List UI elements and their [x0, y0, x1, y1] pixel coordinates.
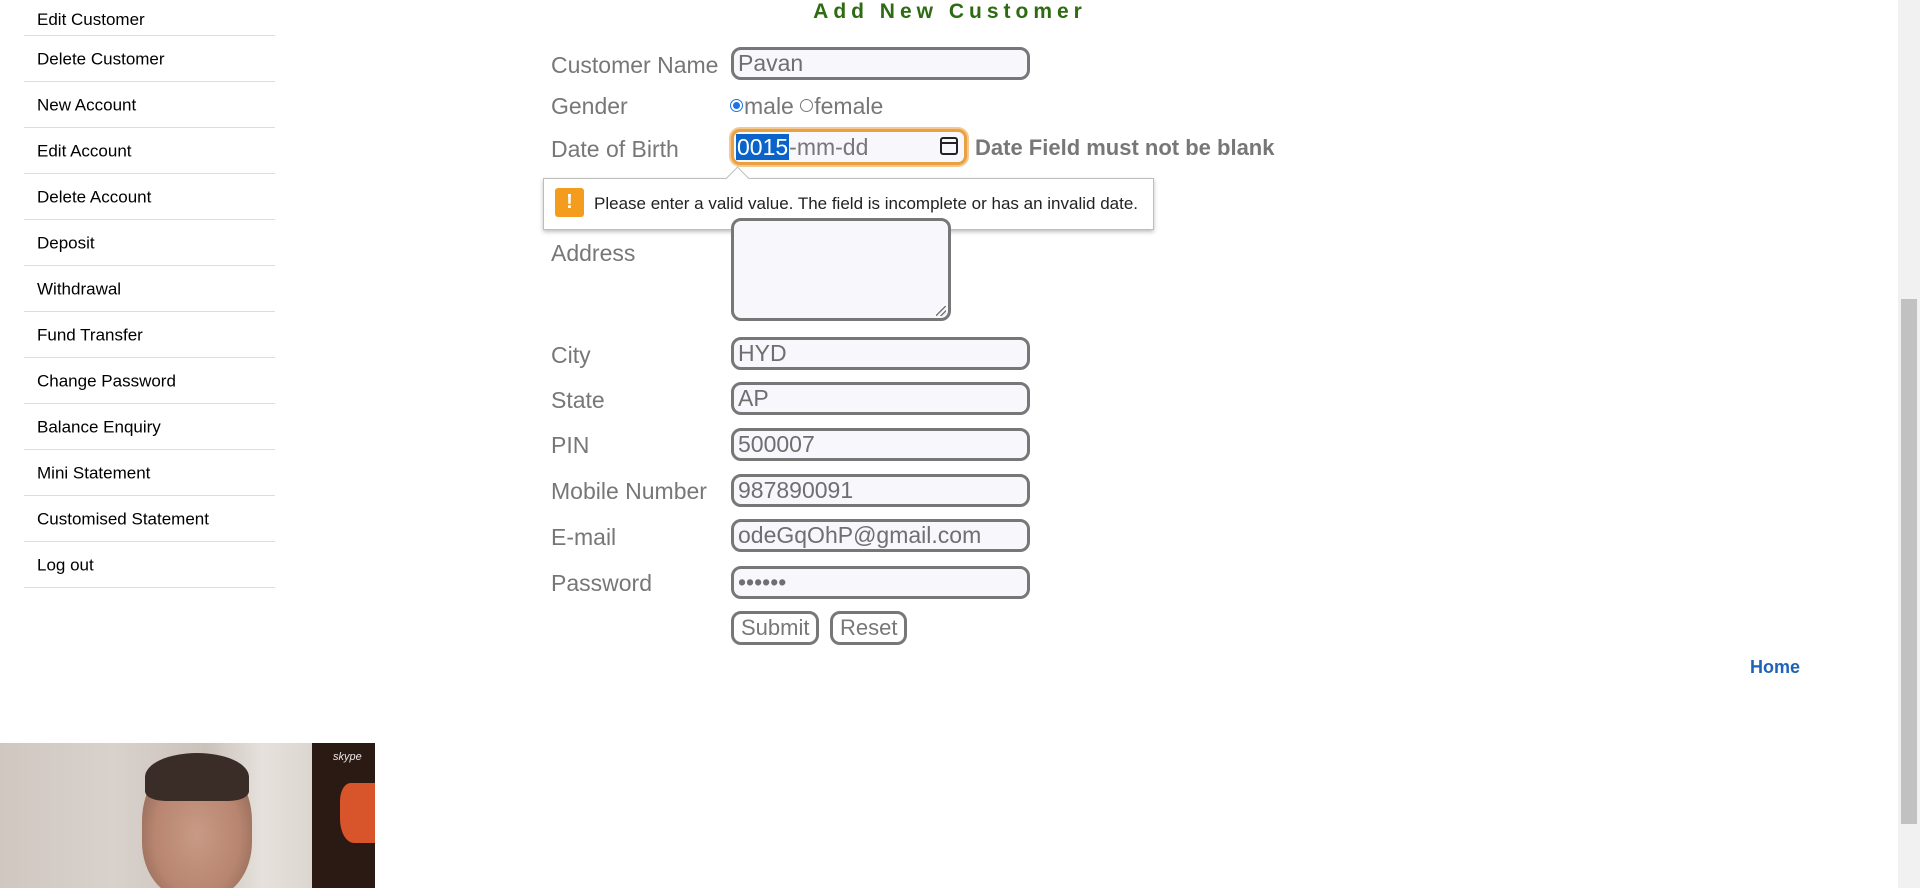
sidebar-item-change-password[interactable]: Change Password — [24, 358, 275, 404]
reset-button[interactable]: Reset — [830, 611, 908, 645]
city-label: City — [551, 342, 591, 368]
sidebar-item-label: Fund Transfer — [37, 325, 143, 344]
scrollbar-thumb[interactable] — [1901, 299, 1917, 824]
sidebar-item-label: Delete Account — [37, 187, 152, 206]
skype-logo-icon: skype — [333, 751, 362, 763]
sidebar-item-label: Log out — [37, 555, 94, 574]
email-field[interactable]: odeGqOhP@gmail.com — [731, 519, 1030, 552]
state-label: State — [551, 387, 605, 413]
video-person-hair — [145, 753, 249, 801]
sidebar-item-edit-account[interactable]: Edit Account — [24, 128, 275, 174]
address-label: Address — [551, 240, 636, 266]
state-field[interactable]: AP — [731, 382, 1030, 415]
gender-male-radio[interactable] — [730, 99, 743, 113]
city-field[interactable]: HYD — [731, 337, 1030, 370]
sidebar-item-balance-enquiry[interactable]: Balance Enquiry — [24, 404, 275, 450]
address-textarea[interactable] — [731, 218, 951, 321]
email-label: E-mail — [551, 524, 617, 550]
sidebar-item-label: New Account — [37, 95, 137, 114]
sidebar-item-mini-statement[interactable]: Mini Statement — [24, 450, 275, 496]
sidebar-item-label: Delete Customer — [37, 49, 165, 68]
gender-male-label: male — [744, 93, 794, 119]
home-link[interactable]: Home — [1750, 657, 1800, 678]
sidebar-item-label: Withdrawal — [37, 279, 122, 298]
pin-field[interactable]: 500007 — [731, 428, 1030, 461]
password-label: Password — [551, 570, 652, 596]
sidebar-item-label: Mini Statement — [37, 463, 151, 482]
submit-button[interactable]: Submit — [731, 611, 820, 645]
pin-label: PIN — [551, 432, 590, 458]
mobile-label: Mobile Number — [551, 478, 707, 504]
sidebar-item-customised-statement[interactable]: Customised Statement — [24, 496, 275, 542]
password-field[interactable]: •••••• — [731, 566, 1030, 599]
sidebar-item-new-account[interactable]: New Account — [24, 82, 275, 128]
sidebar-item-deposit[interactable]: Deposit — [24, 220, 275, 266]
page-title: Add New Customer — [813, 0, 1087, 23]
sidebar-item-label: Balance Enquiry — [37, 417, 161, 436]
sidebar-item-delete-account[interactable]: Delete Account — [24, 174, 275, 220]
customer-name-field[interactable]: Pavan — [731, 47, 1030, 80]
video-background-art — [340, 783, 375, 843]
sidebar-item-withdrawal[interactable]: Withdrawal — [24, 266, 275, 312]
mobile-field[interactable]: 987890091 — [731, 474, 1030, 507]
sidebar-item-fund-transfer[interactable]: Fund Transfer — [24, 312, 275, 358]
gender-label: Gender — [551, 93, 628, 119]
dob-year-segment[interactable]: 0015 — [736, 134, 790, 160]
sidebar-item-label: Deposit — [37, 233, 95, 252]
dob-date-input[interactable]: 0015-mm-dd — [731, 129, 967, 165]
sidebar-menu: Edit Customer Delete Customer New Accoun… — [24, 0, 275, 588]
warning-icon: ! — [555, 188, 584, 217]
dob-label: Date of Birth — [551, 136, 679, 162]
sidebar-item-label: Edit Customer — [37, 10, 145, 29]
resize-grip-icon[interactable] — [936, 306, 946, 316]
sidebar-item-label: Edit Account — [37, 141, 132, 160]
sidebar-item-label: Change Password — [37, 371, 176, 390]
video-call-overlay[interactable]: skype — [0, 743, 375, 888]
sidebar-item-edit-customer[interactable]: Edit Customer — [24, 0, 275, 36]
page-scrollbar[interactable] — [1898, 0, 1920, 888]
calendar-icon[interactable] — [940, 137, 958, 155]
sidebar-item-label: Customised Statement — [37, 509, 209, 528]
dob-error-message: Date Field must not be blank — [975, 135, 1275, 160]
gender-radio-group: male female — [730, 93, 883, 120]
gender-female-label: female — [814, 93, 884, 119]
gender-female-radio[interactable] — [800, 99, 814, 113]
sidebar-item-log-out[interactable]: Log out — [24, 542, 275, 588]
dob-rest-segment[interactable]: -mm-dd — [789, 134, 868, 160]
sidebar-item-delete-customer[interactable]: Delete Customer — [24, 36, 275, 82]
validation-message: Please enter a valid value. The field is… — [594, 194, 1139, 213]
customer-name-label: Customer Name — [551, 52, 719, 78]
